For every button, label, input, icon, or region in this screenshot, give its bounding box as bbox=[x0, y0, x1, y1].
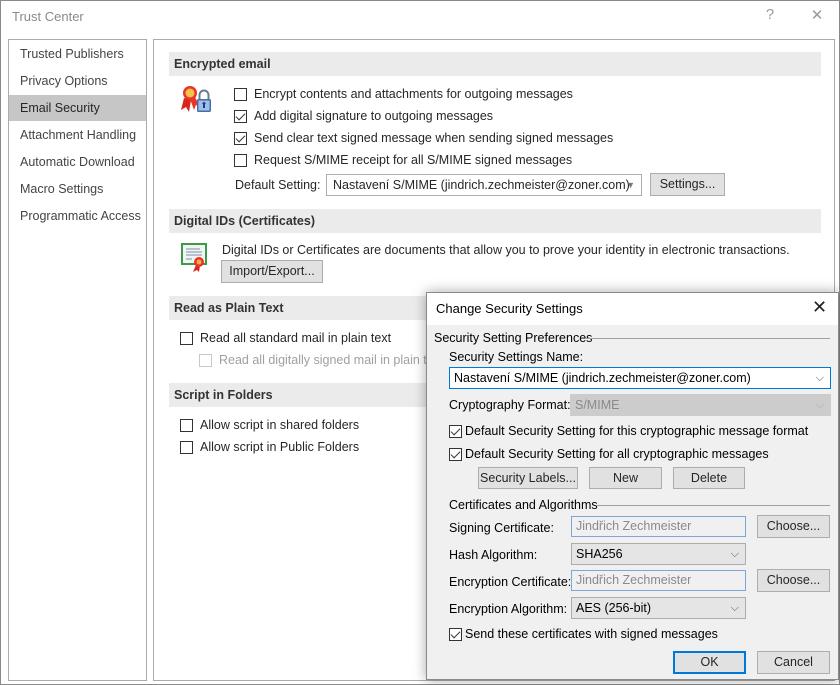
nav-item-programmatic-access[interactable]: Programmatic Access bbox=[9, 203, 146, 229]
crypto-format-value: S/MIME bbox=[575, 398, 620, 412]
option-default-this-format[interactable]: Default Security Setting for this crypto… bbox=[449, 421, 808, 441]
checkbox-script-shared[interactable] bbox=[180, 418, 193, 432]
nav-item-trusted-publishers[interactable]: Trusted Publishers bbox=[9, 41, 146, 67]
signing-cert-field: Jindřich Zechmeister bbox=[571, 516, 746, 537]
default-setting-label: Default Setting: bbox=[235, 178, 321, 192]
ok-button[interactable]: OK bbox=[673, 651, 746, 674]
import-export-button[interactable]: Import/Export... bbox=[221, 260, 323, 283]
default-setting-value: Nastavení S/MIME (jindrich.zechmeister@z… bbox=[333, 178, 630, 192]
group-divider bbox=[585, 338, 830, 339]
dialog-title: Change Security Settings bbox=[436, 301, 583, 316]
digital-ids-description: Digital IDs or Certificates are document… bbox=[222, 243, 790, 257]
close-icon[interactable]: ✕ bbox=[805, 6, 829, 24]
checkbox-script-public[interactable] bbox=[180, 440, 193, 454]
checkbox-add-signature[interactable] bbox=[234, 109, 247, 123]
option-script-public[interactable]: Allow script in Public Folders bbox=[180, 437, 359, 457]
nav-item-attachment-handling[interactable]: Attachment Handling bbox=[9, 122, 146, 148]
option-add-signature[interactable]: Add digital signature to outgoing messag… bbox=[234, 106, 493, 126]
settings-name-dropdown[interactable]: Nastavení S/MIME (jindrich.zechmeister@z… bbox=[449, 367, 831, 389]
option-send-certs[interactable]: Send these certificates with signed mess… bbox=[449, 624, 718, 644]
chevron-down-icon: ⌵ bbox=[730, 602, 739, 614]
enc-algo-label: Encryption Algorithm: bbox=[449, 602, 568, 616]
option-read-signed-plain-text: Read all digitally signed mail in plain … bbox=[199, 350, 443, 370]
enc-cert-label: Encryption Certificate: bbox=[449, 575, 572, 589]
security-labels-button[interactable]: Security Labels... bbox=[478, 467, 578, 489]
checkbox-read-plain-text[interactable] bbox=[180, 331, 193, 345]
enc-algo-dropdown[interactable]: AES (256-bit) ⌵ bbox=[571, 597, 746, 619]
label-request-receipt: Request S/MIME receipt for all S/MIME si… bbox=[254, 153, 573, 167]
label-send-certs: Send these certificates with signed mess… bbox=[465, 627, 718, 641]
dropdown-arrow-icon: ▼ bbox=[626, 180, 635, 190]
crypto-format-label: Cryptography Format: bbox=[449, 398, 571, 412]
chevron-down-icon: ⌵ bbox=[815, 399, 824, 411]
label-default-this-format: Default Security Setting for this crypto… bbox=[465, 424, 809, 438]
new-button[interactable]: New bbox=[589, 467, 662, 489]
enc-algo-value: AES (256-bit) bbox=[576, 601, 652, 615]
label-read-signed-plain-text: Read all digitally signed mail in plain … bbox=[219, 353, 444, 367]
category-nav: Trusted Publishers Privacy Options Email… bbox=[8, 39, 147, 681]
window-title: Trust Center bbox=[12, 9, 84, 24]
checkbox-send-certs[interactable] bbox=[449, 627, 462, 641]
option-default-all[interactable]: Default Security Setting for all cryptog… bbox=[449, 444, 769, 464]
choose-signing-cert-button[interactable]: Choose... bbox=[757, 515, 830, 538]
label-default-all: Default Security Setting for all cryptog… bbox=[465, 447, 769, 461]
hash-algo-dropdown[interactable]: SHA256 ⌵ bbox=[571, 543, 746, 565]
label-clear-text-signed: Send clear text signed message when send… bbox=[254, 131, 614, 145]
checkbox-encrypt-contents[interactable] bbox=[234, 87, 247, 101]
cancel-button[interactable]: Cancel bbox=[757, 651, 830, 674]
chevron-down-icon: ⌵ bbox=[730, 548, 739, 560]
hash-algo-label: Hash Algorithm: bbox=[449, 548, 538, 562]
delete-button[interactable]: Delete bbox=[673, 467, 745, 489]
change-security-settings-dialog: Change Security Settings ✕ Security Sett… bbox=[426, 292, 839, 680]
encryption-ribbon-lock-icon bbox=[180, 84, 214, 116]
chevron-down-icon: ⌵ bbox=[815, 372, 824, 384]
option-clear-text-signed[interactable]: Send clear text signed message when send… bbox=[234, 128, 613, 148]
option-encrypt-contents[interactable]: Encrypt contents and attachments for out… bbox=[234, 84, 573, 104]
option-script-shared[interactable]: Allow script in shared folders bbox=[180, 415, 359, 435]
settings-name-value: Nastavení S/MIME (jindrich.zechmeister@z… bbox=[454, 371, 751, 385]
checkbox-clear-text-signed[interactable] bbox=[234, 131, 247, 145]
label-script-public: Allow script in Public Folders bbox=[200, 440, 360, 454]
certificate-icon bbox=[180, 241, 210, 273]
nav-item-email-security[interactable]: Email Security bbox=[9, 95, 146, 121]
label-add-signature: Add digital signature to outgoing messag… bbox=[254, 109, 494, 123]
nav-item-automatic-download[interactable]: Automatic Download bbox=[9, 149, 146, 175]
default-setting-dropdown[interactable]: Nastavení S/MIME (jindrich.zechmeister@z… bbox=[326, 174, 642, 196]
group-divider bbox=[597, 505, 830, 506]
settings-name-label: Security Settings Name: bbox=[449, 350, 584, 364]
crypto-format-dropdown: S/MIME ⌵ bbox=[570, 394, 831, 416]
label-script-shared: Allow script in shared folders bbox=[200, 418, 360, 432]
label-read-plain-text: Read all standard mail in plain text bbox=[200, 331, 392, 345]
nav-item-privacy-options[interactable]: Privacy Options bbox=[9, 68, 146, 94]
option-request-receipt[interactable]: Request S/MIME receipt for all S/MIME si… bbox=[234, 150, 572, 170]
hash-algo-value: SHA256 bbox=[576, 547, 623, 561]
label-encrypt-contents: Encrypt contents and attachments for out… bbox=[254, 87, 573, 101]
group-security-preferences: Security Setting Preferences bbox=[434, 331, 593, 345]
dialog-titlebar: Change Security Settings ✕ bbox=[427, 293, 838, 325]
checkbox-default-this-format[interactable] bbox=[449, 424, 462, 438]
checkbox-default-all[interactable] bbox=[449, 447, 462, 461]
checkbox-request-receipt[interactable] bbox=[234, 153, 247, 167]
settings-button[interactable]: Settings... bbox=[650, 173, 725, 196]
section-header-digital-ids: Digital IDs (Certificates) bbox=[169, 209, 821, 233]
signing-cert-label: Signing Certificate: bbox=[449, 521, 554, 535]
nav-item-macro-settings[interactable]: Macro Settings bbox=[9, 176, 146, 202]
enc-cert-field: Jindřich Zechmeister bbox=[571, 570, 746, 591]
dialog-close-icon[interactable]: ✕ bbox=[812, 297, 827, 318]
section-header-encrypted-email: Encrypted email bbox=[169, 52, 821, 76]
group-certs-algorithms: Certificates and Algorithms bbox=[449, 498, 598, 512]
option-read-plain-text[interactable]: Read all standard mail in plain text bbox=[180, 328, 391, 348]
help-icon[interactable]: ? bbox=[758, 6, 782, 23]
checkbox-read-signed-plain-text bbox=[199, 353, 212, 367]
choose-enc-cert-button[interactable]: Choose... bbox=[757, 569, 830, 592]
